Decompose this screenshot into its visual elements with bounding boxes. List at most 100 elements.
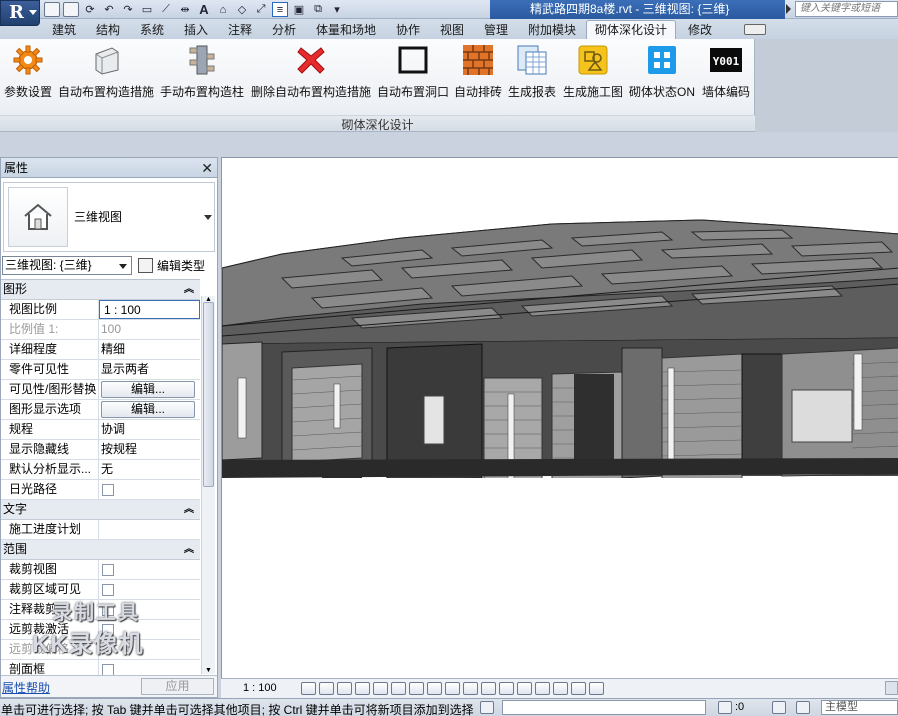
property-row[interactable]: 视图比例 1 : 100 xyxy=(1,300,200,320)
show-crop-region-icon[interactable] xyxy=(409,682,424,695)
property-row[interactable]: 注释裁剪 xyxy=(1,600,200,620)
far-clip-active-checkbox[interactable] xyxy=(102,624,114,636)
crop-view-checkbox[interactable] xyxy=(102,564,114,576)
tab-architecture[interactable]: 建筑 xyxy=(52,21,76,39)
group-extents[interactable]: 范围 ︽ xyxy=(1,540,200,560)
property-row[interactable]: 规程 协调 xyxy=(1,420,200,440)
sun-path-checkbox[interactable] xyxy=(102,484,114,496)
group-text[interactable]: 文字 ︽ xyxy=(1,500,200,520)
section-icon[interactable]: ◇ xyxy=(234,2,250,17)
property-row[interactable]: 裁剪视图 xyxy=(1,560,200,580)
delete-auto-measures-button[interactable]: 删除自动布置构造措施 xyxy=(249,39,373,111)
tab-view[interactable]: 视图 xyxy=(440,21,464,39)
redo-icon[interactable]: ↷ xyxy=(120,2,136,17)
minimize-ribbon-button[interactable] xyxy=(744,24,766,35)
property-row[interactable]: 远剪裁激活 xyxy=(1,620,200,640)
reveal-hidden-icon[interactable] xyxy=(463,682,478,695)
manual-place-column-button[interactable]: 手动布置构造柱 xyxy=(157,39,247,111)
property-value[interactable]: 按规程 xyxy=(99,440,200,459)
scrollbar-thumb[interactable] xyxy=(203,302,214,487)
sun-path-icon[interactable] xyxy=(337,682,352,695)
help-search-input[interactable]: 键入关键字或短语 xyxy=(795,1,898,17)
wall-code-button[interactable]: Y001 墙体编码 xyxy=(699,39,753,111)
crop-region-visible-checkbox[interactable] xyxy=(102,584,114,596)
sync-icon[interactable]: ⟳ xyxy=(82,2,98,17)
tab-add-ins[interactable]: 附加模块 xyxy=(528,21,576,39)
workset-icon[interactable] xyxy=(480,701,494,714)
tab-annotate[interactable]: 注释 xyxy=(228,21,252,39)
scroll-down-icon[interactable]: ▼ xyxy=(205,667,212,674)
auto-brick-layout-button[interactable]: 自动排砖 xyxy=(453,39,503,111)
auto-layout-measures-button[interactable]: 自动布置构造措施 xyxy=(57,39,155,111)
property-value[interactable] xyxy=(99,520,200,539)
property-value[interactable]: 精细 xyxy=(99,340,200,359)
type-selector[interactable]: 三维视图 xyxy=(3,182,215,252)
property-row[interactable]: 显示隐藏线 按规程 xyxy=(1,440,200,460)
view-scale-input[interactable]: 1 : 100 xyxy=(99,300,200,319)
property-row[interactable]: 可见性/图形替换 编辑... xyxy=(1,380,200,400)
worksharing-display-icon[interactable] xyxy=(553,682,568,695)
parameter-settings-button[interactable]: 参数设置 xyxy=(3,39,53,111)
edit-visibility-button[interactable]: 编辑... xyxy=(101,381,195,398)
text-icon[interactable]: A xyxy=(196,2,212,17)
design-options-icon[interactable] xyxy=(796,701,810,714)
tab-manage[interactable]: 管理 xyxy=(484,21,508,39)
horizontal-scrollbar[interactable] xyxy=(885,681,898,695)
property-row[interactable]: 施工进度计划 xyxy=(1,520,200,540)
tab-analyze[interactable]: 分析 xyxy=(272,21,296,39)
highlight-displacement-icon[interactable] xyxy=(517,682,532,695)
edit-graphic-display-button[interactable]: 编辑... xyxy=(101,401,195,418)
properties-scrollbar[interactable]: ▲ ▼ xyxy=(201,296,215,674)
tab-modify[interactable]: 修改 xyxy=(688,21,712,39)
unlock-view-icon[interactable] xyxy=(427,682,442,695)
measure-icon[interactable]: ⟋ xyxy=(158,2,174,17)
filter-icon[interactable] xyxy=(718,701,732,714)
property-value[interactable]: 协调 xyxy=(99,420,200,439)
tab-masonry-design[interactable]: 砌体深化设计 xyxy=(586,20,677,39)
property-row[interactable]: 裁剪区域可见 xyxy=(1,580,200,600)
editable-only-icon[interactable] xyxy=(772,701,786,714)
property-value[interactable]: 无 xyxy=(99,460,200,479)
tab-structure[interactable]: 结构 xyxy=(96,21,120,39)
property-row[interactable]: 日光路径 xyxy=(1,480,200,500)
detail-level-icon[interactable] xyxy=(301,682,316,695)
analytical-model-icon[interactable] xyxy=(499,682,514,695)
show-constraints-icon[interactable] xyxy=(571,682,586,695)
property-row[interactable]: 剖面框 xyxy=(1,660,200,675)
reveal-constraints-icon[interactable] xyxy=(535,682,550,695)
3d-view-canvas[interactable] xyxy=(221,157,898,678)
workset-selector[interactable] xyxy=(502,700,706,715)
print-icon[interactable]: ▭ xyxy=(139,2,155,17)
customize-toolbar-icon[interactable]: ▾ xyxy=(329,2,345,17)
property-row[interactable]: 图形显示选项 编辑... xyxy=(1,400,200,420)
close-hidden-windows-icon[interactable]: ▣ xyxy=(291,2,307,17)
apply-button[interactable]: 应用 xyxy=(141,678,214,695)
edit-type-button[interactable]: 编辑类型 xyxy=(138,256,205,275)
tab-massing-site[interactable]: 体量和场地 xyxy=(316,21,376,39)
application-menu-button[interactable]: R xyxy=(0,0,40,26)
property-value[interactable]: 显示两者 xyxy=(99,360,200,379)
visual-style-icon[interactable] xyxy=(319,682,334,695)
gear-icon[interactable] xyxy=(589,682,604,695)
group-graphics[interactable]: 图形 ︽ xyxy=(1,280,200,300)
section-box-checkbox[interactable] xyxy=(102,664,114,675)
undo-icon[interactable]: ↶ xyxy=(101,2,117,17)
shadows-icon[interactable] xyxy=(355,682,370,695)
tab-systems[interactable]: 系统 xyxy=(140,21,164,39)
rendering-icon[interactable] xyxy=(373,682,388,695)
tab-insert[interactable]: 插入 xyxy=(184,21,208,39)
generate-drawing-button[interactable]: 生成施工图 xyxy=(561,39,625,111)
auto-place-opening-button[interactable]: 自动布置洞口 xyxy=(375,39,451,111)
property-row[interactable]: 零件可见性 显示两者 xyxy=(1,360,200,380)
active-design-option[interactable]: 主模型 xyxy=(821,700,898,715)
temp-view-properties-icon[interactable] xyxy=(481,682,496,695)
view-scale-label[interactable]: 1 : 100 xyxy=(243,682,277,694)
dimension-icon[interactable]: ⇹ xyxy=(177,2,193,17)
property-row[interactable]: 默认分析显示... 无 xyxy=(1,460,200,480)
close-icon[interactable]: ✕ xyxy=(201,158,213,178)
thin-lines-icon[interactable]: ≡ xyxy=(272,2,288,17)
tab-collaborate[interactable]: 协作 xyxy=(396,21,420,39)
switch-windows-icon[interactable]: ⧉ xyxy=(310,2,326,17)
property-row[interactable]: 详细程度 精细 xyxy=(1,340,200,360)
generate-report-button[interactable]: 生成报表 xyxy=(505,39,559,111)
